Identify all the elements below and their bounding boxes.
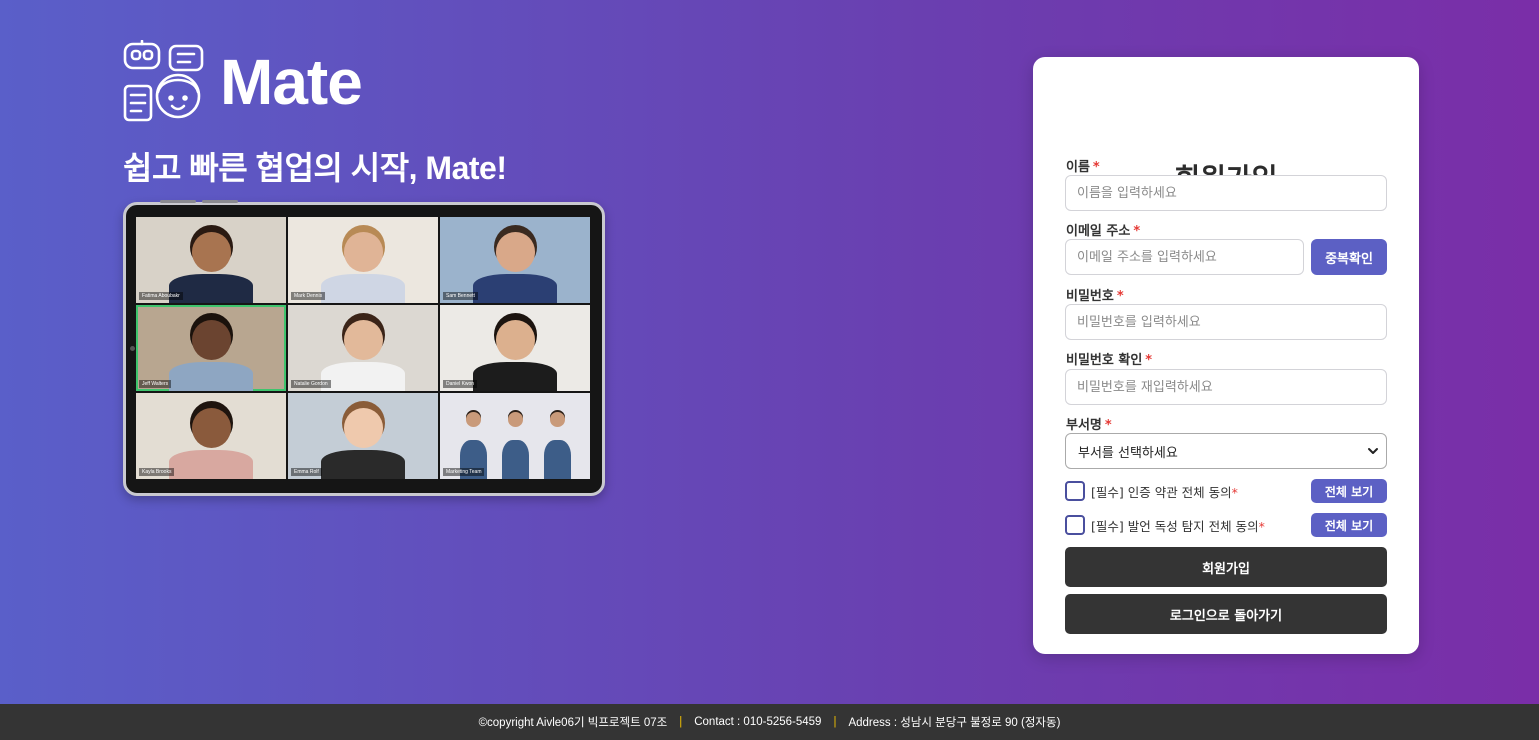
participant-name-tag: Natalie Gordon [291, 380, 331, 388]
participant-head [507, 411, 523, 427]
tablet-button [202, 200, 238, 203]
department-label: 부서명 * [1066, 414, 1112, 433]
participant-body [169, 361, 253, 391]
participant-head [465, 411, 481, 427]
tablet-camera [130, 346, 135, 351]
participant-body [543, 440, 571, 479]
participant-video-tile: Marketing Team [440, 393, 590, 479]
department-selected-value: 부서를 선택하세요 [1078, 445, 1178, 461]
agreement-row-terms: [필수] 인증 약관 전체 동의* 전체 보기 [1065, 479, 1387, 503]
brand-name: Mate [220, 46, 363, 118]
participant-head [495, 232, 535, 273]
name-label-text: 이름 [1066, 160, 1090, 175]
participant-name-tag: Kayla Brooks [139, 468, 175, 476]
participant-name-tag: Daniel Kwon [443, 380, 478, 388]
tablet-button [160, 200, 196, 203]
participant-name-tag: Jeff Walters [139, 380, 172, 388]
terms-checkbox[interactable] [1065, 481, 1085, 501]
participant-video-tile: Jeff Walters [136, 305, 286, 391]
participant-body [321, 449, 405, 479]
department-select[interactable]: 부서를 선택하세요 [1065, 433, 1387, 469]
participant-body [321, 361, 405, 391]
required-mark: * [1116, 289, 1124, 304]
required-mark: * [1092, 160, 1100, 175]
agreement-text: [필수] 인증 약관 전체 동의* [1091, 482, 1238, 501]
password-confirm-input[interactable] [1065, 369, 1387, 405]
participant-body [321, 273, 405, 303]
robot-chat-logo-icon [123, 40, 204, 122]
back-to-login-button[interactable]: 로그인으로 돌아가기 [1065, 594, 1387, 634]
participant-name-tag: Mark Dennis [291, 292, 326, 300]
required-mark: * [1145, 353, 1153, 368]
required-mark: * [1104, 418, 1112, 433]
participant-body [169, 449, 253, 479]
participant-head [549, 411, 565, 427]
password-label: 비밀번호 * [1066, 285, 1124, 304]
footer-separator: | [679, 716, 683, 728]
password-label-text: 비밀번호 [1066, 289, 1114, 304]
participant-video-tile: Mark Dennis [288, 217, 438, 303]
participant-video-tile: Fatima Aboubakr [136, 217, 286, 303]
brand-logo[interactable]: Mate [122, 40, 363, 124]
participant-video-tile: Emma Rolf [288, 393, 438, 479]
participant-name-tag: Fatima Aboubakr [139, 292, 183, 300]
video-conference-tablet: Fatima Aboubakr Mark Dennis Sam Bennett Jef… [123, 200, 605, 496]
footer: ©copyright Aivle06기 빅프로젝트 07조 | Contact … [0, 704, 1539, 740]
name-input[interactable] [1065, 175, 1387, 211]
participant-name-tag: Marketing Team [443, 468, 485, 476]
participant-head [343, 320, 383, 361]
footer-contact: Contact : 010-5256-5459 [694, 716, 822, 728]
participant-video-tile: Natalie Gordon [288, 305, 438, 391]
agreement-text-label: [필수] 인증 약관 전체 동의 [1091, 484, 1232, 500]
password-input[interactable] [1065, 304, 1387, 340]
email-duplicate-check-button[interactable]: 중복확인 [1311, 239, 1387, 275]
view-toxicity-terms-button[interactable]: 전체 보기 [1311, 513, 1387, 537]
footer-separator: | [833, 716, 837, 728]
video-grid: Fatima Aboubakr Mark Dennis Sam Bennett Jef… [136, 217, 590, 479]
email-input[interactable] [1065, 239, 1304, 275]
participant-video-tile: Daniel Kwon [440, 305, 590, 391]
email-label-text: 이메일 주소 [1066, 224, 1131, 239]
toxicity-checkbox[interactable] [1065, 515, 1085, 535]
name-label: 이름 * [1066, 156, 1100, 175]
password-confirm-label: 비밀번호 확인 * [1066, 349, 1152, 368]
tagline: 쉽고 빠른 협업의 시작, Mate! [123, 150, 507, 186]
participant-body [473, 273, 557, 303]
participant-video-tile: Sam Bennett [440, 217, 590, 303]
signup-submit-button[interactable]: 회원가입 [1065, 547, 1387, 587]
participant-name-tag: Sam Bennett [443, 292, 478, 300]
participant-body [501, 440, 529, 479]
agreement-text: [필수] 발언 독성 탐지 전체 동의* [1091, 516, 1265, 535]
participant-body [473, 361, 557, 391]
view-terms-button[interactable]: 전체 보기 [1311, 479, 1387, 503]
chevron-down-icon [1368, 448, 1378, 454]
participant-head [191, 408, 231, 449]
required-mark: * [1231, 484, 1238, 500]
participant-name-tag: Emma Rolf [291, 468, 322, 476]
participant-head [191, 232, 231, 273]
participant-video-tile: Kayla Brooks [136, 393, 286, 479]
required-mark: * [1258, 518, 1265, 534]
agreement-text-label: [필수] 발언 독성 탐지 전체 동의 [1091, 518, 1259, 534]
footer-copyright: ©copyright Aivle06기 빅프로젝트 07조 [478, 717, 668, 729]
participant-head [495, 320, 535, 361]
agreement-row-toxicity: [필수] 발언 독성 탐지 전체 동의* 전체 보기 [1065, 513, 1387, 537]
participant-head [343, 408, 383, 449]
department-label-text: 부서명 [1066, 418, 1102, 433]
footer-address: Address : 성남시 분당구 불정로 90 (정자동) [848, 717, 1061, 729]
email-label: 이메일 주소 * [1066, 220, 1140, 239]
required-mark: * [1133, 224, 1141, 239]
participant-head [343, 232, 383, 273]
participant-head [191, 320, 231, 361]
password-confirm-label-text: 비밀번호 확인 [1066, 353, 1143, 368]
